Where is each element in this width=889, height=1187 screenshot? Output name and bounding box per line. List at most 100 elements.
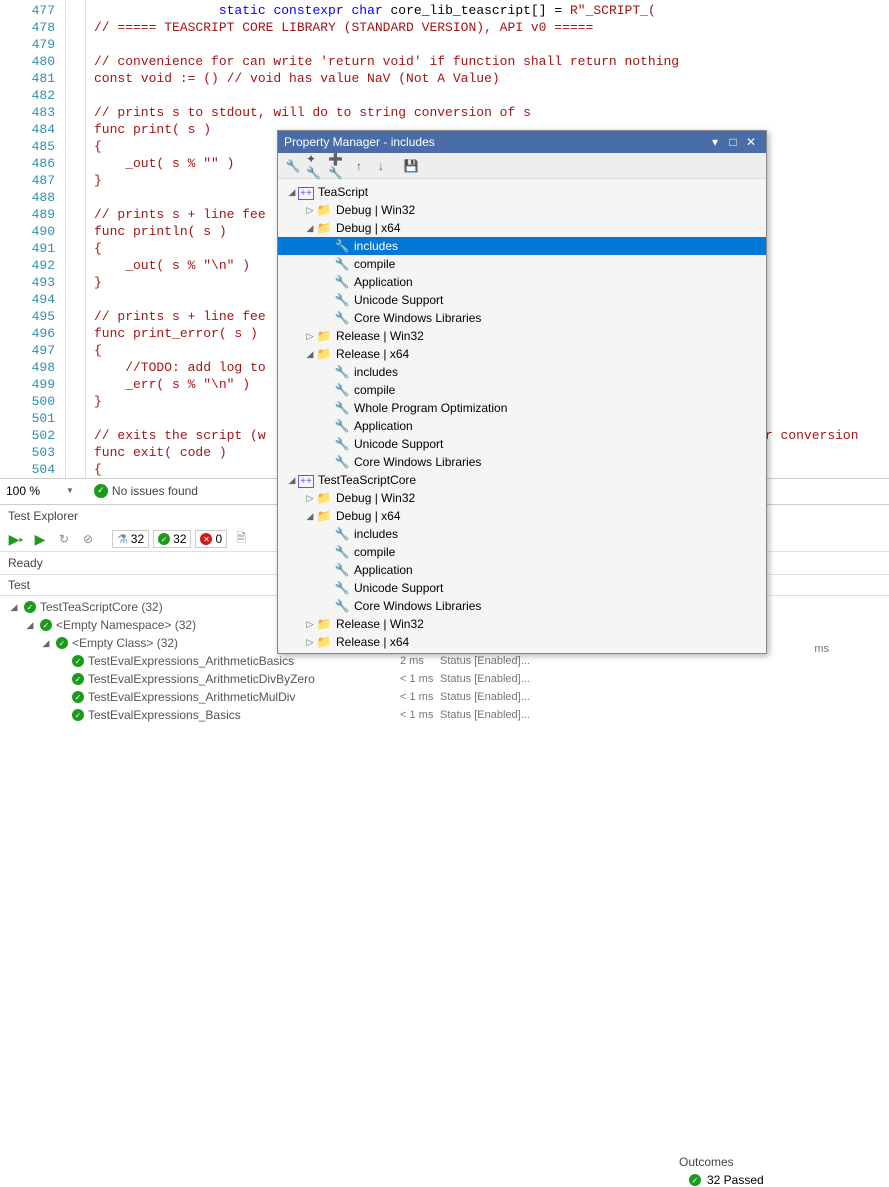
wrench-button[interactable]: 🔧 [284, 157, 302, 175]
expand-icon[interactable]: ▷ [304, 493, 316, 504]
window-close-button[interactable]: ✕ [742, 135, 760, 149]
check-icon: ✓ [94, 484, 108, 498]
expand-icon[interactable]: ▷ [304, 205, 316, 216]
folder-icon: 📁 [316, 635, 332, 649]
zoom-dropdown-icon[interactable]: ▼ [66, 486, 74, 495]
expand-icon[interactable]: ◢ [304, 223, 316, 234]
property-tree-item[interactable]: 🔧Application [278, 273, 766, 291]
window-titlebar[interactable]: Property Manager - includes ▾ □ ✕ [278, 131, 766, 153]
property-tree-item[interactable]: 🔧includes [278, 363, 766, 381]
property-tree[interactable]: ◢++TeaScript▷📁Debug | Win32◢📁Debug | x64… [278, 179, 766, 655]
line-number: 478 [0, 19, 65, 36]
expand-icon[interactable]: ◢ [304, 349, 316, 360]
line-number: 503 [0, 444, 65, 461]
property-tree-item[interactable]: ◢📁Debug | x64 [278, 507, 766, 525]
pass-icon: ✓ [72, 691, 84, 703]
move-up-button[interactable]: ↑ [350, 157, 368, 175]
expand-icon[interactable]: ▷ [304, 619, 316, 630]
property-tree-item[interactable]: 🔧compile [278, 255, 766, 273]
expand-icon[interactable]: ▷ [304, 331, 316, 342]
expand-icon[interactable]: ◢ [286, 187, 298, 198]
property-tree-item[interactable]: 🔧Core Windows Libraries [278, 453, 766, 471]
wrench-icon: 🔧 [334, 275, 350, 289]
fail-icon: ✕ [200, 533, 212, 545]
property-tree-item[interactable]: ◢📁Release | x64 [278, 345, 766, 363]
folder-icon: 📁 [316, 491, 332, 505]
project-icon: ++ [298, 473, 314, 487]
line-number: 482 [0, 87, 65, 104]
wrench-icon: 🔧 [334, 293, 350, 307]
property-tree-item[interactable]: 🔧Unicode Support [278, 435, 766, 453]
expand-icon[interactable]: ◢ [24, 620, 36, 631]
property-tree-item[interactable]: 🔧compile [278, 381, 766, 399]
property-tree-item[interactable]: 🔧includes [278, 237, 766, 255]
property-tree-item[interactable]: ▷📁Release | x64 [278, 633, 766, 651]
stop-button[interactable]: ⊘ [78, 529, 98, 549]
test-row[interactable]: ✓TestEvalExpressions_Basics< 1 msStatus … [0, 706, 889, 724]
move-down-button[interactable]: ↓ [372, 157, 390, 175]
property-tree-item[interactable]: 🔧includes [278, 525, 766, 543]
test-duration: < 1 ms [400, 709, 433, 721]
code-line[interactable] [86, 87, 889, 104]
expand-icon[interactable]: ◢ [286, 475, 298, 486]
new-property-button[interactable]: ✦🔧 [306, 157, 324, 175]
tree-item-label: Unicode Support [354, 581, 443, 595]
tree-item-label: TestTeaScriptCore [318, 473, 416, 487]
run-all-button[interactable]: ▶▸ [6, 529, 26, 549]
property-tree-item[interactable]: ▷📁Release | Win32 [278, 615, 766, 633]
tree-item-label: includes [354, 527, 398, 541]
property-manager-window[interactable]: Property Manager - includes ▾ □ ✕ 🔧 ✦🔧 ➕… [277, 130, 767, 654]
property-tree-item[interactable]: ▷📁Debug | Win32 [278, 489, 766, 507]
expand-icon[interactable]: ▷ [304, 637, 316, 648]
property-tree-item[interactable]: 🔧Unicode Support [278, 579, 766, 597]
zoom-level[interactable]: 100 % [6, 484, 66, 498]
outcomes-passed-row[interactable]: ✓ 32 Passed [679, 1173, 879, 1187]
expand-icon[interactable]: ◢ [40, 638, 52, 649]
property-tree-item[interactable]: 🔧Application [278, 561, 766, 579]
property-tree-item[interactable]: 🔧Whole Program Optimization [278, 399, 766, 417]
issues-indicator[interactable]: ✓ No issues found [94, 484, 198, 498]
repeat-button[interactable]: ↻ [54, 529, 74, 549]
property-tree-item[interactable]: ◢++ TestTeaScriptCore [278, 471, 766, 489]
property-tree-item[interactable]: 🔧Core Windows Libraries [278, 309, 766, 327]
code-line[interactable]: // prints s to stdout, will do to string… [86, 104, 889, 121]
tree-item-label: includes [354, 365, 398, 379]
property-tree-item[interactable]: 🔧compile [278, 543, 766, 561]
save-button[interactable]: 💾 [402, 157, 420, 175]
pass-icon: ✓ [72, 655, 84, 667]
code-line[interactable]: // convenience for can write 'return voi… [86, 53, 889, 70]
property-tree-item[interactable]: ◢++TeaScript [278, 183, 766, 201]
test-name: TestTeaScriptCore (32) [40, 600, 163, 614]
property-tree-item[interactable]: ◢📁Debug | x64 [278, 219, 766, 237]
folder-icon: 📁 [316, 617, 332, 631]
add-property-button[interactable]: ➕🔧 [328, 157, 346, 175]
playlist-button[interactable]: 🗎 [231, 529, 251, 549]
code-line[interactable]: static constexpr char core_lib_teascript… [86, 2, 889, 19]
line-number: 495 [0, 308, 65, 325]
property-tree-item[interactable]: ▷📁Release | Win32 [278, 327, 766, 345]
passed-tests-metric[interactable]: ✓32 [153, 530, 191, 548]
test-status-col: Status [Enabled]... [440, 709, 530, 721]
total-tests-metric[interactable]: ⚗32 [112, 530, 149, 548]
run-button[interactable]: ▶ [30, 529, 50, 549]
expand-icon[interactable]: ◢ [8, 602, 20, 613]
window-dropdown-icon[interactable]: ▾ [706, 135, 724, 149]
expand-icon[interactable]: ◢ [304, 511, 316, 522]
code-line[interactable] [86, 36, 889, 53]
property-tree-item[interactable]: ▷📁Debug | Win32 [278, 201, 766, 219]
wrench-icon: 🔧 [334, 257, 350, 271]
code-line[interactable]: const void := () // void has value NaV (… [86, 70, 889, 87]
property-tree-item[interactable]: 🔧Core Windows Libraries [278, 597, 766, 615]
failed-tests-metric[interactable]: ✕0 [195, 530, 227, 548]
property-tree-item[interactable]: 🔧Application [278, 417, 766, 435]
line-number: 491 [0, 240, 65, 257]
window-maximize-button[interactable]: □ [724, 135, 742, 149]
pass-icon: ✓ [689, 1174, 701, 1186]
tree-item-label: Application [354, 419, 413, 433]
test-row[interactable]: ✓TestEvalExpressions_ArithmeticDivByZero… [0, 670, 889, 688]
test-row[interactable]: ✓TestEvalExpressions_ArithmeticMulDiv< 1… [0, 688, 889, 706]
property-tree-item[interactable]: 🔧Unicode Support [278, 291, 766, 309]
tree-item-label: Core Windows Libraries [354, 599, 481, 613]
code-line[interactable]: // ===== TEASCRIPT CORE LIBRARY (STANDAR… [86, 19, 889, 36]
tree-item-label: Whole Program Optimization [354, 401, 507, 415]
